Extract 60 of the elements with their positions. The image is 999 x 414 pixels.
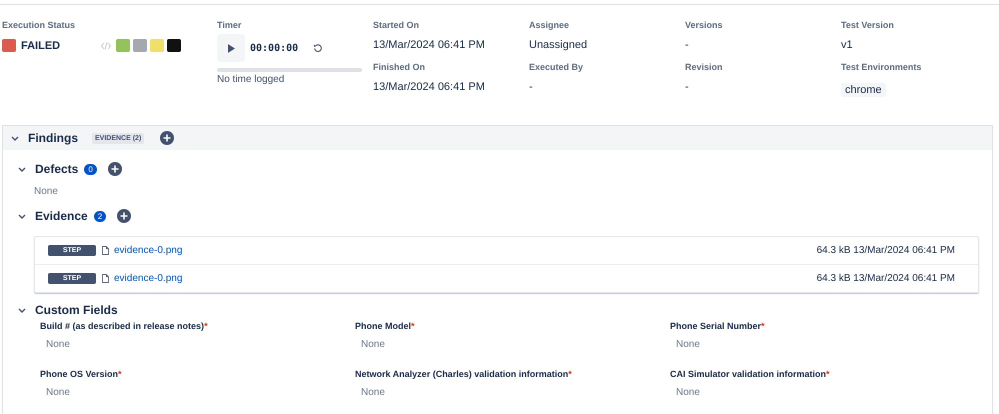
field-value: 13/Mar/2024 06:41 PM [373, 39, 485, 53]
file-meta: 64.3 kB 13/Mar/2024 06:41 PM [816, 245, 955, 256]
field-value: 13/Mar/2024 06:41 PM [373, 81, 485, 95]
section-title: Findings [28, 131, 78, 145]
status-swatch[interactable] [167, 39, 181, 52]
field-label: Network Analyzer (Charles) validation information* [355, 369, 573, 379]
count-badge: 2 [94, 210, 106, 222]
chevron-icon[interactable] [11, 136, 19, 140]
time-note: No time logged [217, 74, 284, 85]
count-badge: 0 [84, 164, 97, 174]
chevron-icon[interactable] [18, 308, 26, 312]
status-swatch[interactable] [133, 39, 147, 52]
field-value: v1 [841, 39, 853, 53]
field-label: Phone OS Version* [40, 369, 123, 379]
field-label: Finished On [373, 62, 426, 74]
environment-tag: chrome [841, 83, 886, 97]
field-label: Phone Model* [355, 321, 416, 331]
field-value: None [46, 387, 71, 398]
field-value: Unassigned [529, 39, 588, 53]
file-link[interactable]: evidence-0.png [114, 245, 182, 256]
chevron-icon[interactable] [18, 166, 26, 172]
timer-value: 00:00:00 [250, 42, 298, 54]
section-title: Evidence [35, 209, 88, 223]
add-icon[interactable] [117, 209, 132, 223]
field-label: Build # (as described in release notes)* [40, 321, 209, 331]
field-value: - [529, 81, 533, 95]
field-label: Timer [217, 20, 242, 32]
field-label: Phone Serial Number* [670, 321, 766, 331]
file-link[interactable]: evidence-0.png [114, 273, 182, 284]
status-swatch[interactable] [116, 39, 130, 52]
field-label: Test Environments [841, 62, 922, 74]
field-label: Test Version [841, 20, 894, 32]
chevron-icon[interactable] [18, 214, 26, 218]
section-title: Custom Fields [35, 303, 118, 317]
field-value: None [46, 339, 71, 350]
field-value: None [676, 339, 701, 350]
field-value: - [685, 81, 689, 95]
file-icon [102, 274, 109, 283]
field-value: None [361, 387, 386, 398]
play-button[interactable] [217, 34, 245, 62]
field-value: None [676, 387, 701, 398]
field-value: - [685, 39, 689, 53]
file-icon [102, 246, 109, 255]
add-icon[interactable] [108, 162, 122, 176]
field-label: CAI Simulator validation information* [670, 369, 831, 379]
empty-text: None [34, 186, 59, 197]
add-icon[interactable] [160, 131, 174, 145]
reset-icon[interactable] [313, 43, 324, 53]
status-value[interactable]: FAILED [21, 40, 101, 52]
file-meta: 64.3 kB 13/Mar/2024 06:41 PM [816, 273, 955, 284]
status-swatch[interactable] [150, 39, 164, 52]
field-value: None [361, 339, 386, 350]
section-title: Defects [35, 162, 78, 176]
play-icon [228, 44, 234, 52]
field-label: Assignee [529, 20, 570, 32]
field-label: Execution Status [2, 20, 76, 32]
field-label: Started On [373, 20, 420, 32]
field-label: Revision [685, 62, 723, 74]
field-label: Versions [685, 20, 723, 32]
field-label: Executed By [529, 62, 584, 74]
